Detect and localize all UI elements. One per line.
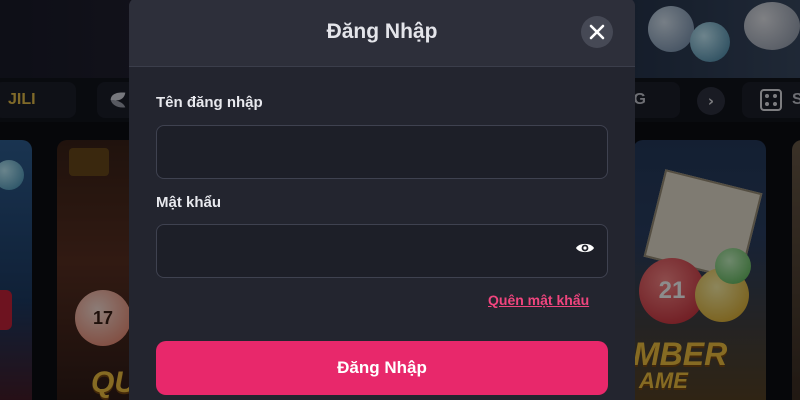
login-modal: Đăng Nhập Tên đăng nhập Mật khẩu Quên mậ… <box>129 0 635 400</box>
username-label: Tên đăng nhập <box>156 94 263 111</box>
close-icon <box>589 24 605 40</box>
password-label: Mật khẩu <box>156 194 222 211</box>
username-input[interactable] <box>156 125 608 179</box>
password-visibility-toggle[interactable] <box>574 237 596 259</box>
eye-icon <box>576 243 594 253</box>
login-submit-button[interactable]: Đăng Nhập <box>156 341 608 395</box>
close-button[interactable] <box>581 16 613 48</box>
password-input[interactable] <box>156 224 608 278</box>
modal-header: Đăng Nhập <box>129 0 635 67</box>
forgot-password-link[interactable]: Quên mật khẩu <box>488 292 589 308</box>
modal-title: Đăng Nhập <box>326 20 438 43</box>
